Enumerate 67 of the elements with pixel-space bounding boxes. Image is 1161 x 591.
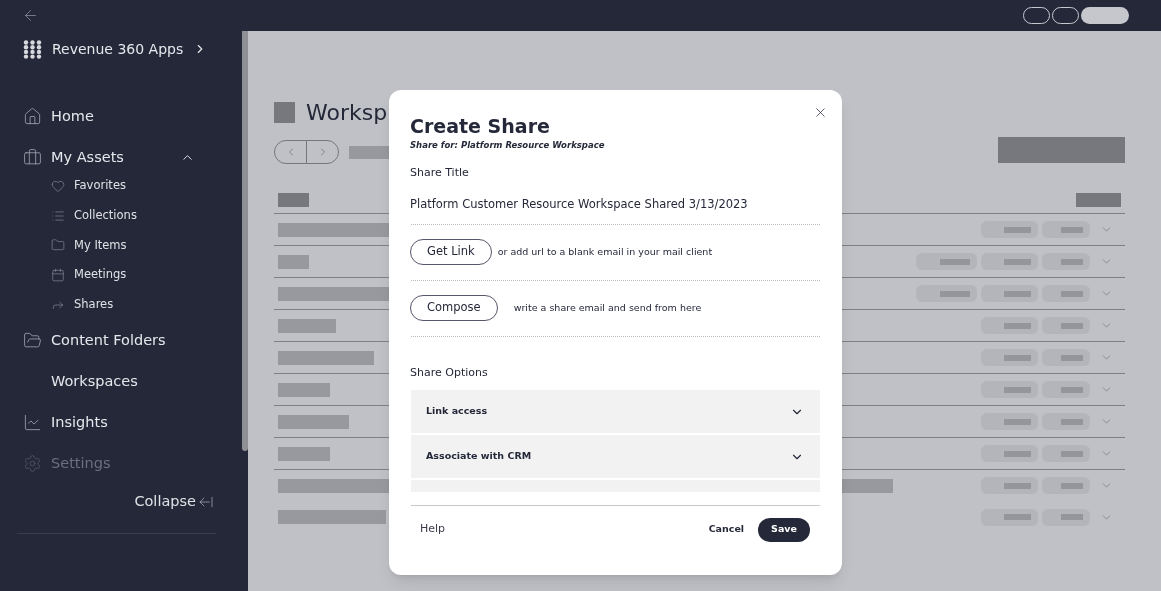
placeholder-pill	[981, 413, 1038, 430]
placeholder-pill	[1042, 508, 1090, 526]
close-button[interactable]	[813, 105, 828, 120]
placeholder-bar	[278, 382, 330, 397]
placeholder-pill	[1042, 445, 1090, 462]
placeholder-pill	[981, 508, 1038, 526]
collapse-button[interactable]: Collapse	[134, 491, 214, 514]
accordion-item[interactable]: Link access	[411, 390, 820, 433]
placeholder-pill	[1042, 317, 1090, 334]
chart-icon	[23, 413, 42, 433]
app-switcher[interactable]: Revenue 360 Apps	[23, 32, 216, 66]
placeholder-pill	[916, 253, 977, 270]
home-icon	[23, 107, 42, 126]
sidebar-subitem[interactable]: Shares	[51, 289, 216, 320]
settings-icon	[23, 454, 42, 474]
help-link[interactable]: Help	[420, 521, 446, 538]
field-label: Share Title	[410, 165, 470, 181]
title-square-icon	[274, 101, 295, 123]
placeholder-pill	[981, 381, 1038, 398]
placeholder-bar	[278, 318, 336, 333]
save-button[interactable]: Save	[758, 517, 810, 542]
sidebar-subitem[interactable]: Meetings	[51, 260, 216, 290]
placeholder-pill	[1042, 477, 1090, 494]
placeholder-pill	[1042, 285, 1090, 302]
placeholder-pill	[981, 317, 1038, 334]
placeholder-pill	[981, 445, 1038, 462]
placeholder-header	[278, 193, 309, 207]
placeholder-pill	[1042, 381, 1090, 398]
toolbar-button[interactable]	[1081, 7, 1129, 24]
scrollbar-thumb[interactable]	[242, 31, 248, 451]
action-description: or add url to a blank email in your mail client	[497, 244, 713, 259]
placeholder-pill	[981, 349, 1038, 366]
placeholder-pill	[981, 253, 1038, 270]
placeholder-bar	[278, 414, 349, 429]
sidebar-subitem[interactable]: My Items	[51, 230, 216, 261]
placeholder-pill	[1042, 413, 1090, 430]
page-title: Worksp	[306, 98, 388, 127]
placeholder-pill	[981, 285, 1038, 302]
sidebar-item[interactable]: Workspaces	[23, 361, 216, 403]
heart-icon	[51, 178, 65, 193]
calendar-icon	[51, 267, 65, 282]
folder-icon	[51, 238, 65, 253]
sidebar-item[interactable]: Home	[23, 96, 216, 137]
placeholder-bar	[349, 145, 391, 159]
dialog-subtitle: Share for: Platform Resource Workspace	[410, 139, 606, 151]
placeholder-pill	[981, 477, 1038, 494]
apps-grid-icon	[23, 39, 42, 59]
dialog-title: Create Share	[410, 114, 551, 139]
placeholder-pill	[1042, 221, 1090, 238]
sidebar-item[interactable]: Content Folders	[23, 320, 216, 362]
placeholder-pill	[1042, 253, 1090, 270]
cancel-button[interactable]: Cancel	[708, 522, 745, 537]
placeholder-header	[1076, 193, 1121, 207]
action-description: write a share email and send from here	[513, 300, 702, 315]
placeholder-pill	[981, 221, 1038, 238]
accordion-item[interactable]: Associate with CRM	[411, 435, 820, 478]
placeholder-pill	[916, 285, 977, 302]
sidebar-item[interactable]: Insights	[23, 402, 216, 444]
section-heading: Share Options	[410, 364, 489, 381]
briefcase-icon	[23, 148, 42, 167]
placeholder-bar	[842, 478, 893, 493]
placeholder-bar	[278, 446, 330, 461]
placeholder-bar	[278, 254, 309, 269]
share-title-field[interactable]: Platform Customer Resource Workspace Shared 3/13/2023	[410, 193, 821, 214]
placeholder-pill	[1042, 349, 1090, 366]
sidebar-subitem[interactable]: Collections	[51, 200, 216, 231]
list-icon	[51, 208, 65, 223]
